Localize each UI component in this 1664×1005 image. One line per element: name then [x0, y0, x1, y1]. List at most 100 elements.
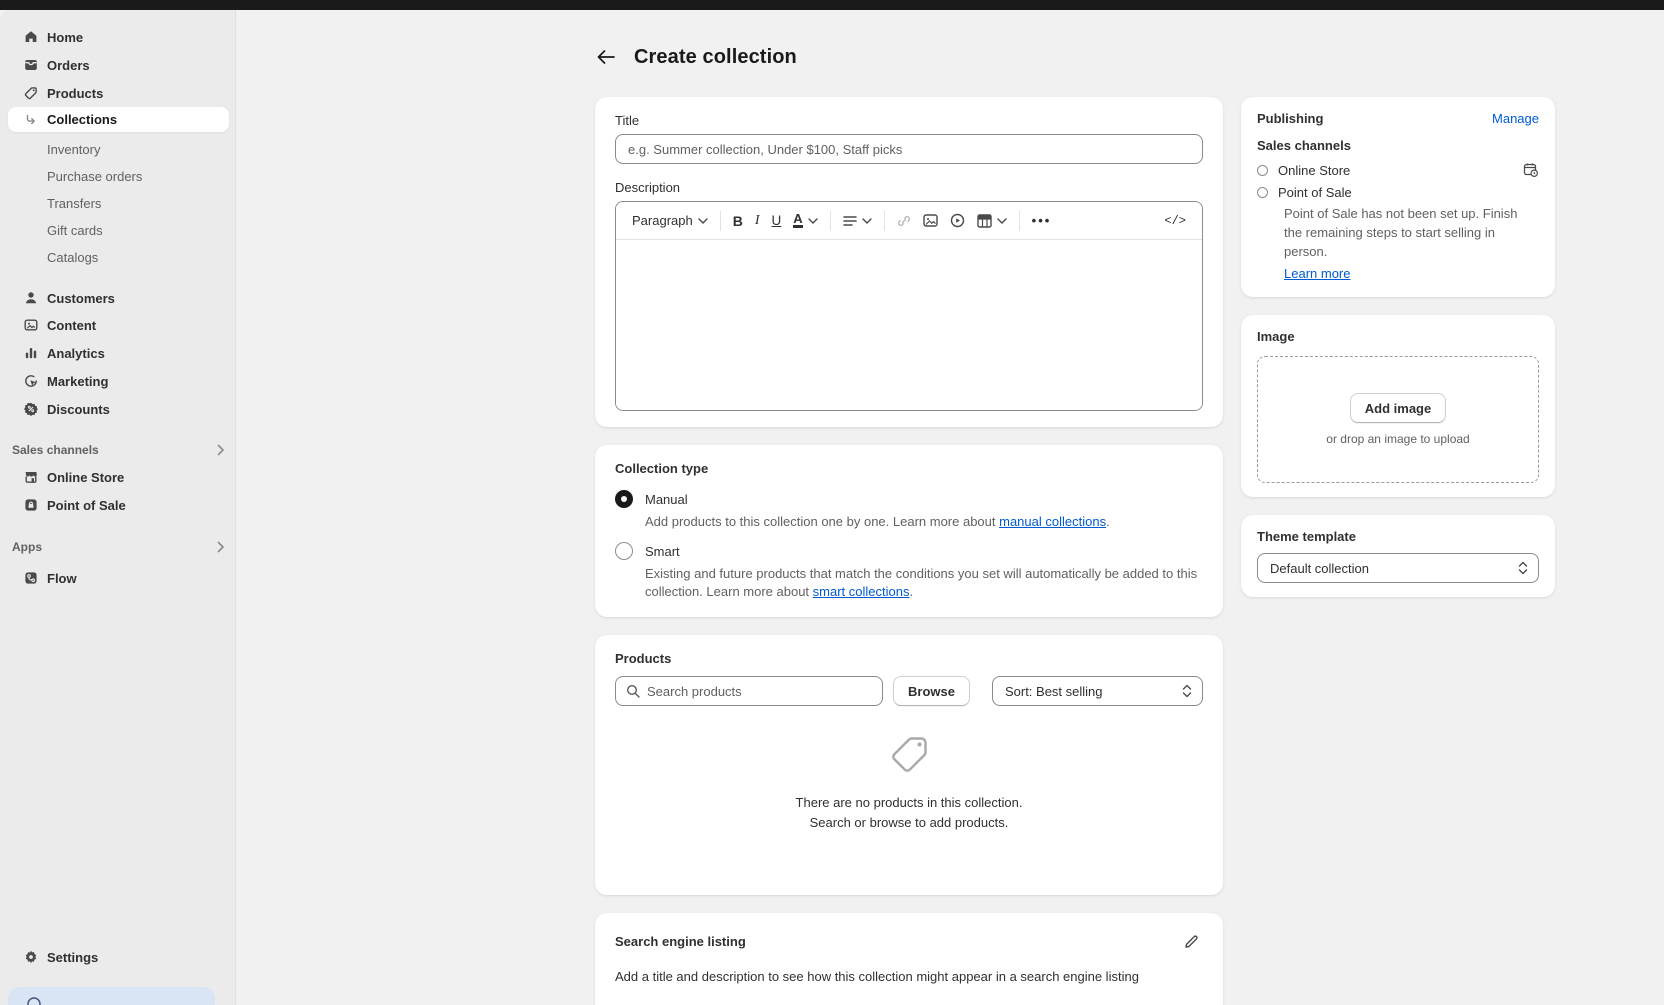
pos-setup-note: Point of Sale has not been set up. Finis… — [1284, 204, 1539, 261]
more-options-button[interactable]: ••• — [1026, 209, 1058, 232]
sidebar-item-products[interactable]: Products — [8, 80, 229, 106]
insert-video-button[interactable] — [944, 209, 971, 232]
add-image-button[interactable]: Add image — [1350, 393, 1446, 423]
calendar-clock-icon[interactable] — [1523, 162, 1539, 178]
seo-description: Add a title and description to see how t… — [615, 969, 1203, 984]
sidebar-item-marketing[interactable]: Marketing — [8, 368, 229, 394]
smart-description: Existing and future products that match … — [645, 565, 1203, 601]
insert-image-button[interactable] — [917, 210, 944, 231]
theme-template-select[interactable]: Default collection — [1257, 553, 1539, 583]
drop-hint-text: or drop an image to upload — [1326, 432, 1469, 446]
description-textarea[interactable] — [616, 240, 1202, 410]
top-bar — [0, 0, 1664, 10]
sidebar-item-gift-cards[interactable]: Gift cards — [8, 218, 229, 242]
sidebar-item-orders[interactable]: Orders — [8, 52, 229, 78]
sidebar-section-sales-channels[interactable]: Sales channels — [12, 440, 225, 460]
sidebar-item-content[interactable]: Content — [8, 312, 229, 338]
table-icon — [977, 214, 992, 228]
underline-button[interactable]: U — [766, 209, 788, 232]
toolbar-divider — [720, 211, 721, 231]
title-input[interactable] — [615, 134, 1203, 164]
italic-button[interactable]: I — [749, 209, 766, 233]
collection-type-card: Collection type Manual Add products to t… — [595, 445, 1223, 617]
chevron-down-icon — [808, 218, 818, 224]
image-heading: Image — [1257, 329, 1539, 344]
product-search-box[interactable] — [615, 676, 883, 706]
orders-icon — [22, 57, 39, 74]
products-card: Products Browse Sort: Best selling There… — [595, 635, 1223, 895]
tag-icon — [22, 85, 39, 102]
smart-radio-label: Smart — [645, 544, 680, 559]
sidebar-item-collections[interactable]: Collections — [8, 107, 229, 132]
smart-collections-link[interactable]: smart collections — [813, 584, 910, 599]
bold-button[interactable]: B — [727, 209, 749, 233]
search-icon — [626, 684, 640, 698]
seo-card: Search engine listing Add a title and de… — [595, 913, 1223, 1005]
toolbar-divider — [1019, 211, 1020, 231]
image-dropzone[interactable]: Add image or drop an image to upload — [1257, 356, 1539, 483]
sidebar-item-transfers[interactable]: Transfers — [8, 191, 229, 215]
sidebar-item-online-store[interactable]: Online Store — [8, 464, 229, 490]
storefront-icon — [22, 469, 39, 486]
flow-icon — [22, 570, 39, 587]
back-button[interactable] — [592, 43, 620, 71]
manual-description: Add products to this collection one by o… — [645, 513, 1203, 531]
sidebar-callout-card[interactable] — [8, 987, 215, 1005]
editor-toolbar: Paragraph B I U A — [616, 202, 1202, 240]
page-title: Create collection — [634, 46, 797, 69]
online-store-channel-row: Online Store — [1257, 162, 1539, 178]
sidebar-section-apps[interactable]: Apps — [12, 537, 225, 557]
sidebar-item-analytics[interactable]: Analytics — [8, 340, 229, 366]
chevron-right-icon — [217, 444, 225, 456]
browse-button[interactable]: Browse — [893, 676, 970, 706]
text-color-button[interactable]: A — [787, 209, 823, 232]
sales-channels-heading: Sales channels — [1257, 138, 1539, 153]
manage-link[interactable]: Manage — [1492, 111, 1539, 126]
description-label: Description — [615, 180, 1203, 195]
image-icon — [923, 214, 938, 227]
manual-collections-link[interactable]: manual collections — [999, 514, 1106, 529]
sidebar-item-point-of-sale[interactable]: Point of Sale — [8, 492, 229, 518]
toolbar-divider — [830, 211, 831, 231]
sidebar-item-inventory[interactable]: Inventory — [8, 137, 229, 161]
sidebar-item-discounts[interactable]: Discounts — [8, 396, 229, 422]
manual-radio-row[interactable]: Manual — [615, 490, 1203, 508]
products-heading: Products — [615, 651, 1203, 666]
learn-more-link[interactable]: Learn more — [1284, 266, 1350, 281]
sort-select[interactable]: Sort: Best selling — [992, 676, 1203, 706]
radio-unselected-icon[interactable] — [615, 542, 633, 560]
insert-table-button[interactable] — [971, 210, 1013, 232]
chevron-right-icon — [217, 541, 225, 553]
publishing-heading: Publishing — [1257, 111, 1323, 126]
edit-seo-button[interactable] — [1179, 929, 1203, 953]
point-of-sale-channel-row: Point of Sale — [1257, 185, 1539, 200]
pencil-icon — [1184, 934, 1199, 949]
radio-selected-icon[interactable] — [615, 490, 633, 508]
sidebar-item-flow[interactable]: Flow — [8, 565, 229, 591]
sidebar-item-home[interactable]: Home — [8, 24, 229, 50]
link-button[interactable] — [891, 210, 917, 232]
alignment-button[interactable] — [837, 211, 878, 231]
theme-template-card: Theme template Default collection — [1241, 515, 1555, 597]
title-description-card: Title Description Paragraph B I U A — [595, 97, 1223, 427]
title-label: Title — [615, 113, 1203, 128]
align-left-icon — [843, 215, 857, 227]
description-editor: Paragraph B I U A — [615, 201, 1203, 411]
discount-icon — [22, 401, 39, 418]
theme-template-heading: Theme template — [1257, 529, 1539, 544]
gear-icon — [22, 949, 39, 966]
sidebar-item-customers[interactable]: Customers — [8, 285, 229, 311]
channel-bullet-icon — [1257, 165, 1268, 176]
empty-state-text: There are no products in this collection… — [615, 793, 1203, 833]
sidebar-item-settings[interactable]: Settings — [8, 944, 229, 970]
sidebar-item-purchase-orders[interactable]: Purchase orders — [8, 164, 229, 188]
code-view-button[interactable]: </> — [1158, 210, 1192, 232]
products-empty-state: There are no products in this collection… — [615, 706, 1203, 833]
right-column: Publishing Manage Sales channels Online … — [1241, 97, 1555, 615]
home-icon — [22, 29, 39, 46]
sidebar-item-catalogs[interactable]: Catalogs — [8, 245, 229, 269]
image-card: Image Add image or drop an image to uplo… — [1241, 315, 1555, 497]
paragraph-style-dropdown[interactable]: Paragraph — [626, 209, 714, 232]
smart-radio-row[interactable]: Smart — [615, 542, 1203, 560]
product-search-input[interactable] — [647, 684, 872, 699]
